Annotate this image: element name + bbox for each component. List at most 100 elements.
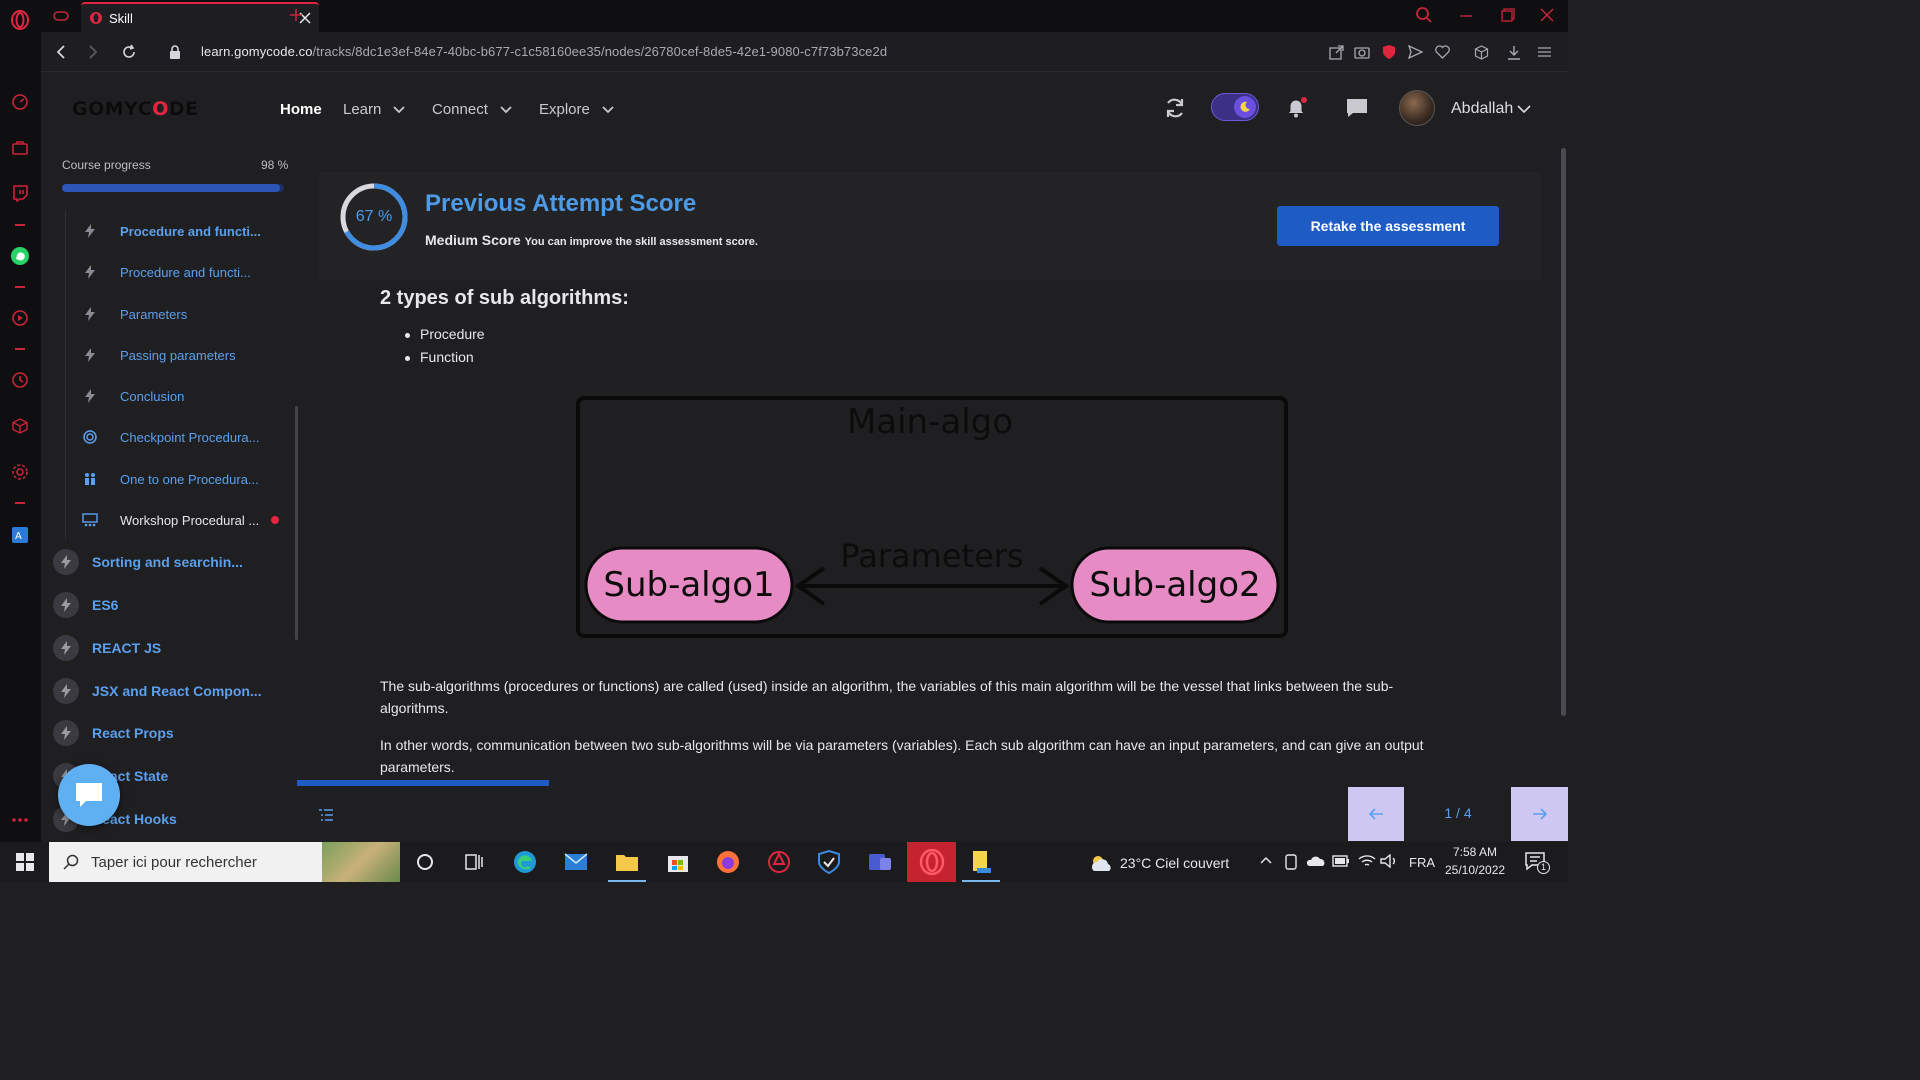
section-sorting-searching[interactable]: Sorting and searchin... (53, 547, 293, 577)
retake-assessment-button[interactable]: Retake the assessment (1277, 206, 1499, 246)
firefox-icon[interactable] (714, 848, 742, 876)
clock-date[interactable]: 25/10/2022 (1445, 863, 1505, 877)
sub-item-procedure-and-functions-1[interactable]: Procedure and functi... (66, 216, 286, 246)
teams-icon[interactable] (866, 848, 894, 876)
tab-bar: Skill (41, 0, 1568, 32)
section-react-props[interactable]: React Props (53, 718, 293, 748)
lock-icon[interactable] (165, 42, 185, 62)
close-window-icon[interactable] (1540, 8, 1554, 22)
url-field[interactable]: learn.gomycode.co/tracks/8dc1e3ef-84e7-4… (201, 44, 887, 59)
nav-home[interactable]: Home (280, 101, 322, 118)
sub-item-procedure-and-functions-2[interactable]: Procedure and functi... (66, 257, 286, 287)
forward-icon[interactable] (83, 42, 103, 62)
device-icon[interactable] (1284, 854, 1298, 870)
sync-icon[interactable] (1159, 92, 1191, 124)
section-jsx-react-components[interactable]: JSX and React Compon... (53, 676, 293, 706)
weather-widget[interactable]: 23°C Ciel couvert (1088, 853, 1229, 873)
extensions-cube-icon[interactable] (1471, 42, 1491, 62)
whatsapp-icon[interactable] (10, 246, 30, 266)
cortana-icon[interactable] (411, 848, 439, 876)
cube-icon[interactable] (10, 416, 30, 436)
translate-icon[interactable]: A (10, 525, 30, 545)
bell-icon[interactable] (1280, 92, 1312, 124)
search-tabs-icon[interactable] (1415, 6, 1433, 24)
sub-item-workshop[interactable]: Workshop Procedural ... (66, 505, 286, 535)
sub-item-checkpoint[interactable]: Checkpoint Procedura... (66, 422, 286, 452)
history-icon[interactable] (10, 370, 30, 390)
theme-toggle[interactable] (1211, 93, 1259, 121)
section-es6[interactable]: ES6 (53, 590, 293, 620)
gomycode-logo[interactable]: GOMYCODE (72, 98, 199, 120)
security-app-icon[interactable] (765, 848, 793, 876)
site-header: GOMYCODE Home Learn Connect Explore Abda… (41, 72, 1568, 146)
course-progress-bar (62, 184, 284, 192)
sidebar-scrollbar[interactable] (295, 406, 298, 640)
opera-taskbar-active[interactable] (907, 842, 956, 882)
nav-learn[interactable]: Learn (343, 101, 406, 118)
heart-icon[interactable] (1432, 42, 1452, 62)
store-icon[interactable] (664, 848, 692, 876)
sidebar-separator (15, 348, 25, 350)
file-explorer-icon[interactable] (613, 848, 641, 876)
minimize-icon[interactable] (1459, 14, 1473, 18)
easy-setup-icon[interactable] (1534, 42, 1554, 62)
settings-icon[interactable] (10, 462, 30, 482)
briefcase-icon[interactable] (10, 138, 30, 158)
show-hidden-icons-chevron-icon[interactable] (1260, 856, 1272, 864)
bolt-icon (80, 262, 100, 282)
new-tab-icon[interactable] (289, 8, 303, 22)
chevron-down-icon (500, 105, 512, 113)
task-view-icon[interactable] (460, 848, 488, 876)
vpn-shield-icon[interactable] (815, 848, 843, 876)
more-icon[interactable] (10, 810, 30, 830)
next-page-button[interactable] (1511, 787, 1568, 841)
section-label: REACT JS (92, 640, 162, 656)
previous-page-button[interactable] (1348, 787, 1404, 841)
nav-connect[interactable]: Connect (432, 101, 512, 118)
mail-icon[interactable] (562, 848, 590, 876)
notes-app-icon[interactable] (968, 848, 996, 876)
sub-item-one-to-one[interactable]: One to one Procedura... (66, 464, 286, 494)
edge-icon[interactable] (511, 848, 539, 876)
download-icon[interactable] (1504, 42, 1524, 62)
adblock-shield-icon[interactable] (1379, 42, 1399, 62)
twitch-icon[interactable] (10, 183, 30, 203)
clock-time[interactable]: 7:58 AM (1453, 845, 1497, 859)
sub-item-parameters[interactable]: Parameters (66, 299, 286, 329)
battery-icon[interactable] (1332, 855, 1350, 867)
messages-icon[interactable] (1341, 92, 1373, 124)
active-app-underline (962, 880, 1000, 882)
onedrive-icon[interactable] (1306, 854, 1326, 868)
camera-icon[interactable] (1352, 42, 1372, 62)
user-menu[interactable]: Abdallah (1451, 100, 1531, 118)
taskbar-search[interactable]: Taper ici pour rechercher (49, 842, 400, 882)
nav-explore[interactable]: Explore (539, 101, 614, 118)
sub-item-passing-parameters[interactable]: Passing parameters (66, 340, 286, 370)
tab-skill[interactable]: Skill (81, 2, 319, 32)
windows-start-icon[interactable] (11, 848, 39, 876)
opera-sidebar: A (0, 0, 41, 842)
restore-icon[interactable] (1501, 8, 1515, 22)
wifi-icon[interactable] (1358, 854, 1376, 868)
opera-logo-icon[interactable] (10, 10, 30, 30)
svg-text:A: A (15, 531, 22, 542)
share-icon[interactable] (1326, 42, 1346, 62)
toc-list-icon[interactable] (318, 808, 334, 822)
language-indicator[interactable]: FRA (1409, 855, 1435, 870)
bolt-icon (80, 386, 100, 406)
player-icon[interactable] (10, 308, 30, 328)
volume-icon[interactable] (1380, 854, 1398, 868)
section-react-js[interactable]: REACT JS (53, 633, 293, 663)
sub-item-conclusion[interactable]: Conclusion (66, 381, 286, 411)
support-chat-button[interactable] (58, 764, 120, 826)
target-icon (80, 427, 100, 447)
lesson-progress-fill (297, 780, 549, 786)
back-icon[interactable] (51, 42, 71, 62)
send-icon[interactable] (1405, 42, 1425, 62)
page-scrollbar[interactable] (1561, 148, 1566, 716)
notifications-icon[interactable]: 1 (1524, 851, 1550, 874)
gamepad-icon[interactable] (52, 8, 70, 24)
avatar[interactable] (1399, 90, 1435, 126)
speed-dial-icon[interactable] (10, 92, 30, 112)
reload-icon[interactable] (119, 42, 139, 62)
